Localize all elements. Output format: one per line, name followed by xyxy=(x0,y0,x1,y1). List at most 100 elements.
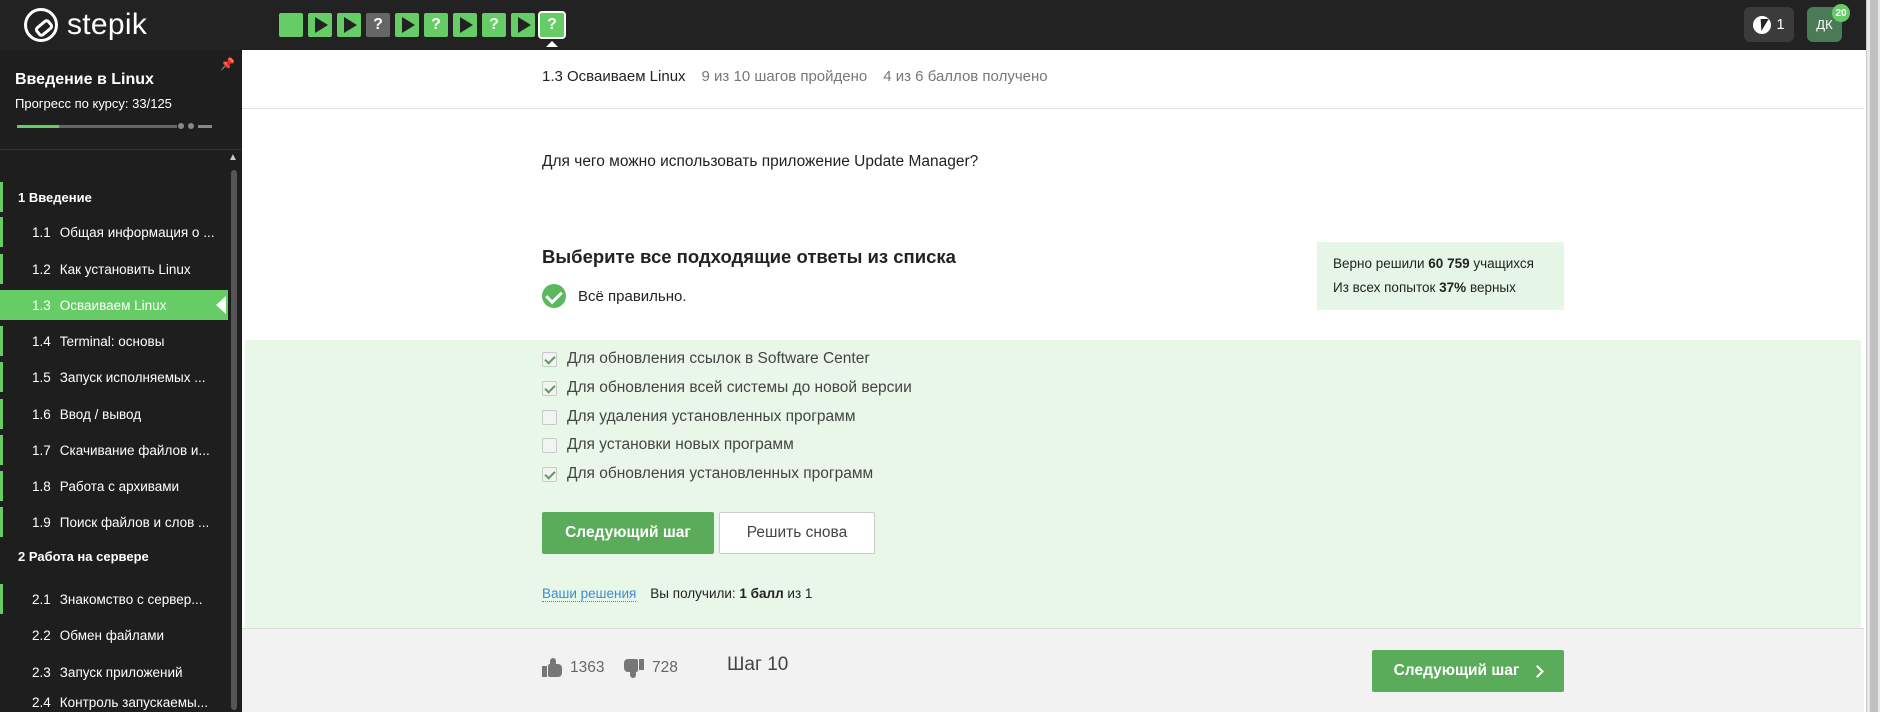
like-count: 1363 xyxy=(570,659,605,676)
step-10-current[interactable]: ? xyxy=(538,11,566,39)
pin-icon[interactable]: 📌 xyxy=(220,57,235,71)
your-solutions-link[interactable]: Ваши решения xyxy=(542,586,637,602)
sidebar-lesson[interactable]: 1.1 Общая информация о ... xyxy=(0,217,228,247)
sidebar-lesson[interactable]: 1.4 Terminal: основы xyxy=(0,326,228,356)
step-5[interactable] xyxy=(395,13,419,37)
step-9[interactable] xyxy=(511,13,535,37)
section-title[interactable]: 1 Введение xyxy=(0,182,228,212)
sidebar-lesson[interactable]: 1.5 Запуск исполняемых ... xyxy=(0,362,228,392)
lesson-label: Знакомство с сервер... xyxy=(59,591,203,607)
footer-next-step-button[interactable]: Следующий шаг xyxy=(1372,650,1564,692)
next-step-button[interactable]: Следующий шаг xyxy=(542,512,714,554)
answer-label: Для установки новых программ xyxy=(567,436,794,453)
page-scrollbar[interactable] xyxy=(1866,0,1880,712)
step-number: Шаг 10 xyxy=(727,654,789,675)
thumbs-down-icon xyxy=(624,658,644,678)
scroll-up-icon[interactable]: ▲ xyxy=(228,152,238,163)
sidebar-scrollbar[interactable] xyxy=(231,170,237,710)
checkbox[interactable] xyxy=(542,380,557,396)
play-icon xyxy=(402,17,415,33)
sidebar-lesson[interactable]: 1.9 Поиск файлов и слов ... xyxy=(0,507,228,537)
checkbox[interactable] xyxy=(542,351,557,367)
checkbox[interactable] xyxy=(542,437,557,453)
lesson-label: Обмен файлами xyxy=(59,627,165,643)
question-icon: ? xyxy=(373,16,383,33)
lesson-label: Ввод / вывод xyxy=(59,406,142,422)
answer-option[interactable]: Для установки новых программ xyxy=(542,436,794,454)
breadcrumb-lesson[interactable]: 1.3 Осваиваем Linux xyxy=(542,68,686,85)
step-8[interactable]: ? xyxy=(482,13,506,37)
play-icon xyxy=(460,17,473,33)
step-footer: 1363 728 Шаг 10 Следующий шаг xyxy=(242,628,1864,712)
answer-option[interactable]: Для обновления ссылок в Software Center xyxy=(542,350,870,368)
answer-option[interactable]: Для обновления установленных программ xyxy=(542,465,873,483)
lightning-icon xyxy=(1753,15,1772,34)
answer-option[interactable]: Для обновления всей системы до новой вер… xyxy=(542,379,912,397)
course-title[interactable]: Введение в Linux xyxy=(15,71,154,89)
lesson-number: 1.2 xyxy=(32,261,51,277)
sidebar-lesson[interactable]: 1.2 Как установить Linux xyxy=(0,254,228,284)
dislike-count: 728 xyxy=(652,659,678,676)
sidebar-lesson[interactable]: 1.8 Работа с архивами xyxy=(0,471,228,501)
answer-label: Для обновления ссылок в Software Center xyxy=(567,350,870,367)
course-progress-label: Прогресс по курсу: 33/125 xyxy=(15,96,172,111)
question-icon: ? xyxy=(547,16,557,33)
checkbox[interactable] xyxy=(542,466,557,482)
progress-marker xyxy=(188,123,194,129)
answer-label: Для удаления установленных программ xyxy=(567,408,856,425)
lesson-content: 1.3 Осваиваем Linux 9 из 10 шагов пройде… xyxy=(242,50,1864,712)
solve-again-button[interactable]: Решить снова xyxy=(719,512,875,554)
sidebar-lesson-active[interactable]: 1.3 Осваиваем Linux xyxy=(0,290,228,320)
sidebar-lesson[interactable]: 2.2 Обмен файлами xyxy=(0,620,228,650)
lesson-label: Работа с архивами xyxy=(59,478,180,494)
lesson-number: 1.5 xyxy=(32,369,51,385)
lesson-label: Контроль запускаемы... xyxy=(59,694,208,710)
score-label: Вы получили: xyxy=(650,586,740,601)
solve-stats: Верно решили 60 759 учащихся Из всех поп… xyxy=(1317,242,1564,310)
page-scrollbar-thumb[interactable] xyxy=(1870,0,1878,712)
footer-next-label: Следующий шаг xyxy=(1393,662,1520,679)
course-progress-fill xyxy=(17,125,60,128)
sidebar-lesson[interactable]: 2.1 Знакомство с сервер... xyxy=(0,584,228,614)
lesson-number: 1.7 xyxy=(32,442,51,458)
progress-markers xyxy=(178,123,212,129)
thumbs-up-icon xyxy=(542,658,562,678)
score-text: Вы получили: 1 балл из 1 xyxy=(650,586,812,602)
energy-button[interactable]: 1 xyxy=(1744,7,1794,42)
sidebar-lesson[interactable]: 1.6 Ввод / вывод xyxy=(0,399,228,429)
like-button[interactable]: 1363 xyxy=(542,658,604,678)
stats-label: Из всех попыток xyxy=(1333,280,1440,295)
stats-solved: Верно решили 60 759 учащихся xyxy=(1333,252,1564,276)
lesson-label: Terminal: основы xyxy=(59,333,165,349)
progress-marker xyxy=(178,123,184,129)
sidebar-lesson[interactable]: 1.7 Скачивание файлов и... xyxy=(0,435,228,465)
result-status-text: Всё правильно. xyxy=(578,287,687,305)
stats-count: 60 759 xyxy=(1428,256,1470,271)
lesson-label: Как установить Linux xyxy=(59,261,191,277)
lesson-label: Осваиваем Linux xyxy=(59,297,167,313)
dislike-button[interactable]: 728 xyxy=(624,658,678,678)
step-4[interactable]: ? xyxy=(366,13,390,37)
avatar-initials: ДК xyxy=(1816,17,1833,32)
stepik-logo[interactable]: stepik xyxy=(24,8,147,42)
sidebar-lesson[interactable]: 2.4 Контроль запускаемы... xyxy=(0,692,228,712)
solutions-row: Ваши решения Вы получили: 1 балл из 1 xyxy=(542,586,812,602)
lesson-label: Скачивание файлов и... xyxy=(59,442,210,458)
step-1[interactable] xyxy=(279,13,303,37)
score-value: 1 балл xyxy=(739,586,784,601)
answer-option[interactable]: Для удаления установленных программ xyxy=(542,408,855,426)
lesson-label: Общая информация о ... xyxy=(59,224,215,240)
course-header: 📌 Введение в Linux Прогресс по курсу: 33… xyxy=(0,50,242,150)
step-2[interactable] xyxy=(308,13,332,37)
step-3[interactable] xyxy=(337,13,361,37)
lesson-number: 1.3 xyxy=(32,297,51,313)
step-6[interactable]: ? xyxy=(424,13,448,37)
top-bar: stepik ? ? ? ? 1 ДК 20 xyxy=(0,0,1866,50)
notification-badge[interactable]: 20 xyxy=(1832,4,1850,22)
section-title[interactable]: 2 Работа на сервере xyxy=(0,541,228,571)
progress-marker xyxy=(198,124,212,128)
checkbox[interactable] xyxy=(542,409,557,425)
step-7[interactable] xyxy=(453,13,477,37)
energy-count: 1 xyxy=(1776,16,1785,33)
sidebar-lesson[interactable]: 2.3 Запуск приложений xyxy=(0,657,228,687)
